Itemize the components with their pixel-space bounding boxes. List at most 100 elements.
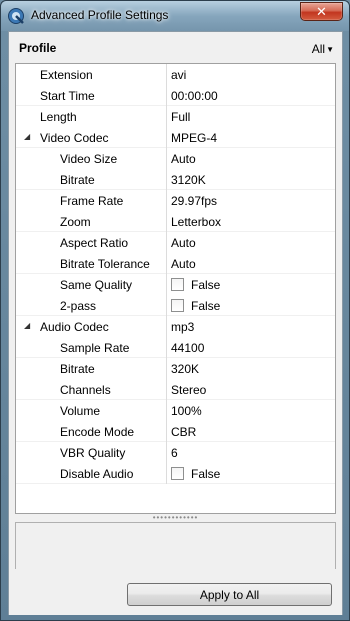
property-value: Auto [171,236,196,250]
property-value-cell[interactable]: 320K [167,358,335,379]
property-name-cell: VBR Quality [16,442,167,463]
property-row[interactable]: Disable Audio False [16,463,335,484]
property-name-cell: Channels [16,379,167,400]
property-row[interactable]: Sample Rate 44100 [16,337,335,358]
property-name-cell: 2-pass [16,295,167,316]
property-label: Disable Audio [60,467,134,481]
filter-dropdown[interactable]: All ▼ [312,42,334,56]
property-value-cell[interactable]: False [167,463,335,484]
property-value-cell[interactable]: 100% [167,400,335,421]
property-name-cell: Start Time [16,85,167,106]
property-value: MPEG-4 [171,131,218,145]
property-name-cell: Video Size [16,148,167,169]
property-value: Letterbox [171,215,222,229]
property-value: 29.97fps [171,194,218,208]
property-row[interactable]: Same Quality False [16,274,335,295]
property-label: Start Time [40,89,95,103]
property-row[interactable]: Channels Stereo [16,379,335,400]
property-value-cell[interactable]: 3120K [167,169,335,190]
property-name-cell: Length [16,106,167,127]
profile-header: Profile All ▼ [9,32,342,62]
property-row[interactable]: ◢ Audio Codec mp3 [16,316,335,337]
property-row[interactable]: ◢ Video Codec MPEG-4 [16,127,335,148]
property-label: 2-pass [60,299,97,313]
property-label: Length [40,110,77,124]
property-name-cell: Same Quality [16,274,167,295]
property-row[interactable]: Start Time 00:00:00 [16,85,335,106]
property-value-cell[interactable]: 00:00:00 [167,85,335,106]
property-value: CBR [171,425,197,439]
property-row[interactable]: Bitrate 3120K [16,169,335,190]
property-label: Bitrate Tolerance [60,257,150,271]
property-value: 3120K [171,173,206,187]
property-value-cell[interactable]: mp3 [167,316,335,337]
property-name-cell: Encode Mode [16,421,167,442]
property-row[interactable]: Zoom Letterbox [16,211,335,232]
property-value: mp3 [171,320,195,334]
property-label: Aspect Ratio [60,236,129,250]
property-value-cell[interactable]: avi [167,64,335,85]
property-value-cell[interactable]: Auto [167,148,335,169]
property-label: Audio Codec [40,320,109,334]
property-label: Bitrate [60,362,95,376]
property-value: Auto [171,257,196,271]
property-label: Sample Rate [60,341,130,355]
property-value-cell[interactable]: 6 [167,442,335,463]
property-value-cell[interactable]: Auto [167,253,335,274]
property-value-cell[interactable]: Stereo [167,379,335,400]
property-row[interactable]: Extension avi [16,64,335,85]
property-label: Extension [40,68,93,82]
property-row[interactable]: Encode Mode CBR [16,421,335,442]
property-checkbox[interactable] [171,467,184,480]
property-checkbox[interactable] [171,299,184,312]
property-value: 00:00:00 [171,89,218,103]
property-row[interactable]: Volume 100% [16,400,335,421]
property-label: Channels [60,383,111,397]
property-label: Zoom [60,215,91,229]
property-name-cell: Disable Audio [16,463,167,484]
property-name-cell: Bitrate Tolerance [16,253,167,274]
property-name-cell: Zoom [16,211,167,232]
triangle-expanded-icon[interactable]: ◢ [24,321,30,330]
property-row[interactable]: VBR Quality 6 [16,442,335,463]
property-value-cell[interactable]: False [167,295,335,316]
property-name-cell: ◢ Audio Codec [16,316,167,337]
filter-value: All [311,42,326,56]
property-row[interactable]: Aspect Ratio Auto [16,232,335,253]
property-value: Full [171,110,191,124]
property-name-cell: Sample Rate [16,337,167,358]
property-value-cell[interactable]: Auto [167,232,335,253]
property-name-cell: Aspect Ratio [16,232,167,253]
property-row[interactable]: Frame Rate 29.97fps [16,190,335,211]
property-row[interactable]: 2-pass False [16,295,335,316]
property-value: False [191,467,221,481]
property-name-cell: Bitrate [16,169,167,190]
triangle-expanded-icon[interactable]: ◢ [24,132,30,141]
property-value-cell[interactable]: 44100 [167,337,335,358]
property-name-cell: Extension [16,64,167,85]
property-row[interactable]: Bitrate 320K [16,358,335,379]
close-button[interactable]: ✕ [300,2,343,21]
property-value-cell[interactable]: MPEG-4 [167,127,335,148]
property-value: Auto [171,152,196,166]
property-value-cell[interactable]: CBR [167,421,335,442]
property-label: Video Codec [40,131,109,145]
property-label: Volume [60,404,101,418]
property-value: 44100 [171,341,205,355]
apply-to-all-button[interactable]: Apply to All [127,583,332,606]
property-checkbox[interactable] [171,278,184,291]
property-value-cell[interactable]: 29.97fps [167,190,335,211]
property-label: VBR Quality [60,446,126,460]
property-value-cell[interactable]: False [167,274,335,295]
property-row[interactable]: Length Full [16,106,335,127]
splitter-grip-icon[interactable]: •••••••••••• [15,514,336,522]
property-row[interactable]: Video Size Auto [16,148,335,169]
footer: Apply to All [9,569,342,615]
property-label: Frame Rate [60,194,124,208]
property-name-cell: Bitrate [16,358,167,379]
property-value-cell[interactable]: Full [167,106,335,127]
title-bar[interactable]: Advanced Profile Settings ✕ [1,1,349,31]
property-value-cell[interactable]: Letterbox [167,211,335,232]
property-value: False [191,299,221,313]
property-row[interactable]: Bitrate Tolerance Auto [16,253,335,274]
